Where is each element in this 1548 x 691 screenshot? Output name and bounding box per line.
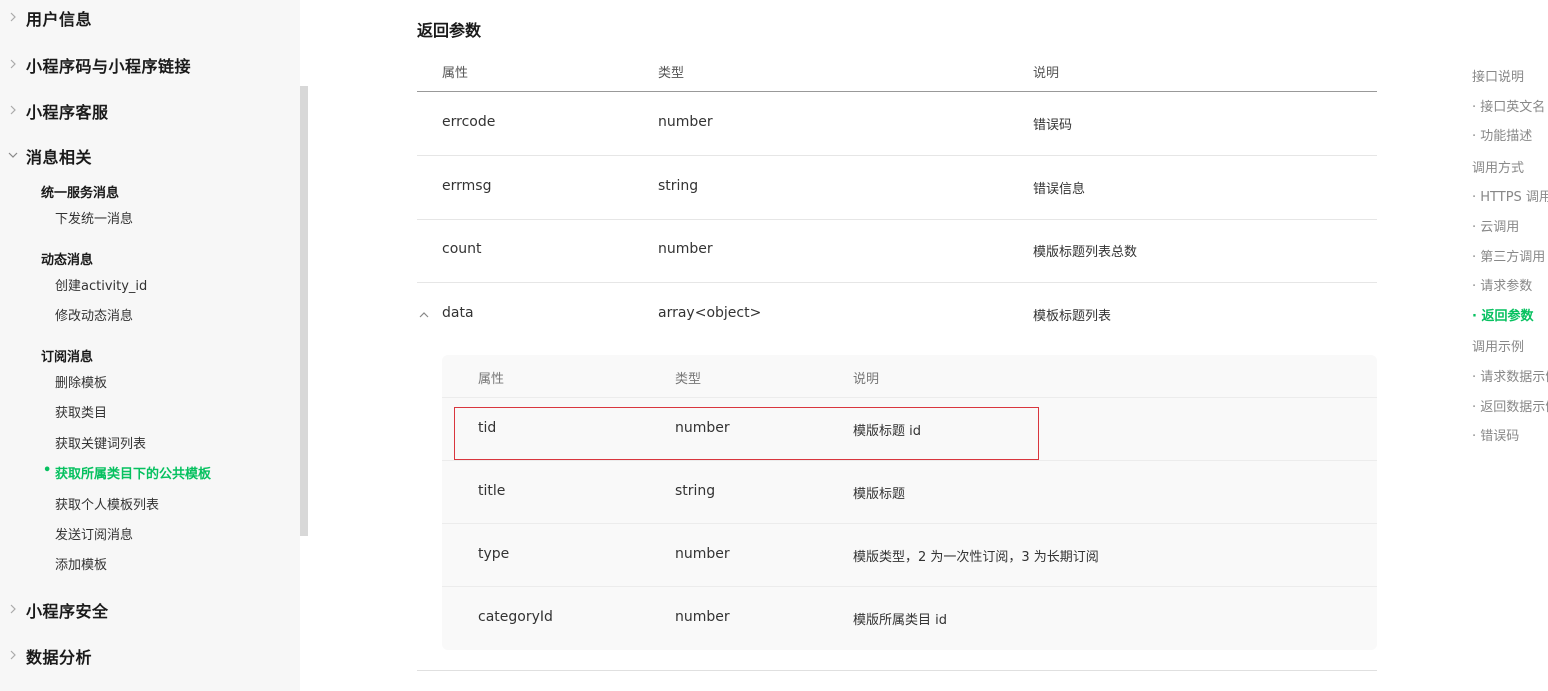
column-header-description: 说明 xyxy=(853,372,880,387)
toc-item[interactable]: · 返回数据示例 xyxy=(1472,396,1548,415)
param-name: title xyxy=(478,483,506,499)
nested-table-row: title string 模版标题 xyxy=(442,461,1377,524)
sidebar-group-customer-service[interactable]: 小程序客服 xyxy=(0,98,109,124)
sidebar-group-label: 消息相关 xyxy=(26,148,93,167)
sidebar-item-get-category[interactable]: 获取类目 xyxy=(55,402,107,421)
param-description: 模板标题列表 xyxy=(1033,309,1112,324)
sidebar-item-send-subscribe-message[interactable]: 发送订阅消息 xyxy=(55,524,133,543)
table-row: errcode number 错误码 xyxy=(417,92,1377,156)
param-type: number xyxy=(658,114,713,130)
table-row: errmsg string 错误信息 xyxy=(417,156,1377,220)
nested-table-header: 属性 类型 说明 xyxy=(442,355,1377,398)
sidebar-item-add-template[interactable]: 添加模板 xyxy=(55,554,107,573)
sidebar-group-user-info[interactable]: 用户信息 xyxy=(0,5,92,31)
sidebar: 用户信息 小程序码与小程序链接 小程序客服 消息相关 统一服务消息 下发统一消息… xyxy=(0,0,300,691)
chevron-right-icon xyxy=(0,603,26,618)
chevron-right-icon xyxy=(0,58,26,73)
param-type: number xyxy=(675,546,730,562)
column-header-description: 说明 xyxy=(1033,66,1060,81)
toc-item[interactable]: · 错误码 xyxy=(1472,425,1519,444)
toc-item[interactable]: · 第三方调用 xyxy=(1472,246,1545,265)
sidebar-group-label: 数据分析 xyxy=(26,648,93,667)
param-type: array<object> xyxy=(658,305,762,321)
table-row: count number 模版标题列表总数 xyxy=(417,219,1377,283)
sidebar-item-get-personal-templates[interactable]: 获取个人模板列表 xyxy=(55,494,159,513)
param-name: type xyxy=(478,546,510,562)
param-description: 模版标题 xyxy=(853,487,906,502)
sidebar-group-label: 小程序安全 xyxy=(26,602,109,621)
toc-item-active[interactable]: · 返回参数 xyxy=(1472,305,1533,324)
chevron-right-icon xyxy=(0,649,26,664)
column-header-type: 类型 xyxy=(675,372,702,387)
highlight-box xyxy=(454,407,1039,460)
sidebar-item-send-uniform-message[interactable]: 下发统一消息 xyxy=(55,208,133,227)
sidebar-group-messages[interactable]: 消息相关 xyxy=(0,143,92,169)
param-name: categoryId xyxy=(478,609,553,625)
nested-table-row: type number 模版类型，2 为一次性订阅，3 为长期订阅 xyxy=(442,524,1377,587)
sidebar-item-label: 获取所属类目下的公共模板 xyxy=(55,467,212,482)
section-title: 返回参数 xyxy=(417,21,482,40)
param-description: 错误信息 xyxy=(1033,182,1086,197)
param-name: errmsg xyxy=(442,178,492,194)
sidebar-item-update-dynamic-message[interactable]: 修改动态消息 xyxy=(55,305,133,324)
active-marker: • xyxy=(43,463,52,478)
toc-item[interactable]: 接口说明 xyxy=(1472,66,1524,85)
param-type: string xyxy=(658,178,699,194)
sidebar-subsection-title: 统一服务消息 xyxy=(41,186,120,201)
toc-item[interactable]: 调用示例 xyxy=(1472,336,1524,355)
param-type: string xyxy=(675,483,716,499)
param-name: count xyxy=(442,241,482,257)
sidebar-group-security[interactable]: 小程序安全 xyxy=(0,597,109,623)
param-type: number xyxy=(675,609,730,625)
toc-item[interactable]: · 请求数据示例 xyxy=(1472,366,1548,385)
sidebar-scrollbar[interactable] xyxy=(300,86,308,536)
chevron-down-icon xyxy=(0,149,26,164)
sidebar-group-label: 用户信息 xyxy=(26,10,93,29)
divider xyxy=(417,670,1377,671)
chevron-right-icon xyxy=(0,11,26,26)
toc-item[interactable]: · 功能描述 xyxy=(1472,125,1532,144)
param-description: 错误码 xyxy=(1033,118,1073,133)
param-type: number xyxy=(658,241,713,257)
toc-item[interactable]: · HTTPS 调用 xyxy=(1472,186,1548,205)
sidebar-item-get-keyword-list[interactable]: 获取关键词列表 xyxy=(55,433,146,452)
sidebar-group-label: 小程序客服 xyxy=(26,103,109,122)
param-name: errcode xyxy=(442,114,496,130)
column-header-type: 类型 xyxy=(658,66,685,81)
sidebar-subsection-title: 订阅消息 xyxy=(41,350,94,365)
sidebar-subsection-title: 动态消息 xyxy=(41,253,94,268)
chevron-right-icon xyxy=(0,104,26,119)
sidebar-item-create-activity-id[interactable]: 创建activity_id xyxy=(55,275,147,294)
param-description: 模版类型，2 为一次性订阅，3 为长期订阅 xyxy=(853,550,1099,565)
sidebar-item-get-public-templates[interactable]: • 获取所属类目下的公共模板 xyxy=(43,463,212,482)
table-row-expandable[interactable]: data array<object> 模板标题列表 xyxy=(417,283,1377,355)
toc-item[interactable]: · 请求参数 xyxy=(1472,275,1532,294)
param-description: 模版标题列表总数 xyxy=(1033,245,1138,260)
nested-table-row: categoryId number 模版所属类目 id xyxy=(442,587,1377,650)
table-header: 属性 类型 说明 xyxy=(417,52,1377,92)
chevron-up-icon[interactable] xyxy=(419,305,429,324)
sidebar-group-label: 小程序码与小程序链接 xyxy=(26,57,192,76)
toc-item[interactable]: · 云调用 xyxy=(1472,216,1519,235)
table-of-contents: 接口说明 · 接口英文名 · 功能描述 调用方式 · HTTPS 调用 · 云调… xyxy=(1472,0,1548,691)
param-name: data xyxy=(442,305,474,321)
sidebar-item-delete-template[interactable]: 删除模板 xyxy=(55,372,107,391)
column-header-property: 属性 xyxy=(442,66,469,81)
nested-table: 属性 类型 说明 tid number 模版标题 id title string… xyxy=(442,355,1377,650)
column-header-property: 属性 xyxy=(478,372,505,387)
param-description: 模版所属类目 id xyxy=(853,613,947,628)
toc-item[interactable]: · 接口英文名 xyxy=(1472,96,1545,115)
sidebar-group-data-analysis[interactable]: 数据分析 xyxy=(0,643,92,669)
toc-item[interactable]: 调用方式 xyxy=(1472,157,1524,176)
sidebar-group-qrcode-link[interactable]: 小程序码与小程序链接 xyxy=(0,52,191,78)
